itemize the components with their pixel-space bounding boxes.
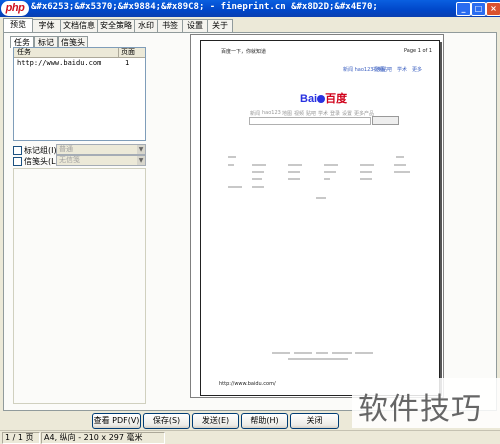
page-footer-link xyxy=(355,352,373,354)
page-content-line xyxy=(360,171,372,173)
baidu-logo-cn: 百度 xyxy=(325,93,348,105)
page-content-line xyxy=(396,156,404,158)
help-button[interactable]: 帮助(H) xyxy=(241,413,288,429)
page-content-line xyxy=(324,164,338,166)
page-nav-link: 更多产品 xyxy=(354,111,375,117)
options-panel xyxy=(13,168,146,404)
mark-checkbox[interactable] xyxy=(13,146,22,155)
page-footer-link xyxy=(272,352,290,354)
page-content-line xyxy=(288,178,300,180)
page-footer-link xyxy=(316,352,328,354)
letterhead-select[interactable]: 无信笺 ▼ xyxy=(56,155,146,166)
page-content-line xyxy=(252,178,262,180)
page-nav-link: 贴吧 xyxy=(306,111,317,117)
page-nav-link: 登录 xyxy=(330,111,341,117)
col-name-header[interactable]: 任务 xyxy=(17,48,31,57)
page-content-line xyxy=(228,186,242,188)
page-search-button xyxy=(372,116,399,125)
page-content-line xyxy=(316,197,326,199)
tab-watermark[interactable]: 水印 xyxy=(134,19,158,32)
page-header-title: 百度一下，你就知道 xyxy=(221,49,267,55)
window-title: &#x6253;&#x5370;&#x9884;&#x89C8; - finep… xyxy=(31,2,378,12)
chevron-down-icon: ▼ xyxy=(137,145,145,154)
page-content-line xyxy=(394,164,406,166)
letterhead-label: 信笺头(L) xyxy=(24,157,59,166)
view-pdf-button[interactable]: 查看 PDF(V) xyxy=(92,413,141,429)
col-page-header[interactable]: 页面 xyxy=(118,48,135,57)
close-button[interactable]: 关闭 xyxy=(290,413,339,429)
status-paper-info: A4, 纵向 - 210 x 297 毫米 xyxy=(41,432,165,444)
page-content-line xyxy=(252,164,266,166)
page-nav-link: 视频 xyxy=(294,111,305,117)
page-content-line xyxy=(394,171,410,173)
page-content-line xyxy=(360,164,374,166)
page-content-line xyxy=(324,178,330,180)
page-nav-link: hao123 xyxy=(262,110,281,116)
page-footer-link xyxy=(294,352,312,354)
page-content-line xyxy=(252,171,264,173)
tab-about[interactable]: 关于 xyxy=(207,19,233,32)
page-top-link: 贴吧 xyxy=(382,67,393,73)
letterhead-select-value: 无信笺 xyxy=(59,156,80,164)
mark-select[interactable]: 普通 ▼ xyxy=(56,144,146,155)
page-content-line xyxy=(228,164,234,166)
tab-font[interactable]: 字体 xyxy=(32,19,61,32)
job-list[interactable]: 任务 页面 http://www.baidu.com 1 xyxy=(13,47,146,141)
job-name: http://www.baidu.com xyxy=(17,59,102,67)
page-content-line xyxy=(324,171,336,173)
title-bar: php &#x6253;&#x5370;&#x9884;&#x89C8; - f… xyxy=(0,0,500,17)
page-nav-link: 地图 xyxy=(282,111,293,117)
send-button[interactable]: 发送(E) xyxy=(192,413,239,429)
page-footer-copyright xyxy=(288,358,348,360)
page-footer-link xyxy=(332,352,352,354)
page-top-link: 学术 xyxy=(397,67,408,73)
php-logo-icon: php xyxy=(1,1,29,16)
mark-label: 标记组(I) xyxy=(24,146,57,155)
page-content-line xyxy=(288,164,302,166)
tab-preview[interactable]: 预览 xyxy=(3,18,33,32)
job-list-header: 任务 页面 xyxy=(14,48,145,58)
watermark-text: 软件技巧 xyxy=(358,392,482,427)
status-bar: 1 / 1 页 A4, 纵向 - 210 x 297 毫米 xyxy=(0,430,500,444)
page-nav-link: 新闻 xyxy=(250,111,261,117)
page-content-line xyxy=(252,186,264,188)
mark-select-value: 普通 xyxy=(59,145,73,153)
maximize-button[interactable]: □ xyxy=(471,2,486,16)
tab-bookmarks[interactable]: 书签 xyxy=(157,19,183,32)
page-content-line xyxy=(228,156,236,158)
page-footer-url: http://www.baidu.com/ xyxy=(219,381,276,387)
paw-icon xyxy=(317,95,326,104)
watermark-overlay: 软件技巧 xyxy=(352,378,500,428)
tab-settings[interactable]: 设置 xyxy=(182,19,208,32)
page-nav-link: 学术 xyxy=(318,111,329,117)
page-search-box xyxy=(249,117,371,125)
page-header-number: Page 1 of 1 xyxy=(404,48,433,54)
status-pages: 1 / 1 页 xyxy=(2,432,40,444)
save-button[interactable]: 保存(S) xyxy=(143,413,190,429)
page-top-link: 更多 xyxy=(412,67,423,73)
tab-doc-info[interactable]: 文档信息 xyxy=(60,19,98,32)
app-window: php &#x6253;&#x5370;&#x9884;&#x89C8; - f… xyxy=(0,0,500,444)
minimize-button[interactable]: _ xyxy=(456,2,471,16)
baidu-logo: Bai 百度 xyxy=(300,90,347,106)
page-content-line xyxy=(288,171,300,173)
close-window-button[interactable]: × xyxy=(486,2,500,16)
page-content-line xyxy=(360,178,372,180)
tab-security[interactable]: 安全策略 xyxy=(97,19,135,32)
chevron-down-icon: ▼ xyxy=(137,156,145,165)
letterhead-checkbox[interactable] xyxy=(13,157,22,166)
job-page: 1 xyxy=(125,59,130,67)
baidu-logo-text: Bai xyxy=(300,93,318,105)
page-nav-link: 设置 xyxy=(342,111,353,117)
